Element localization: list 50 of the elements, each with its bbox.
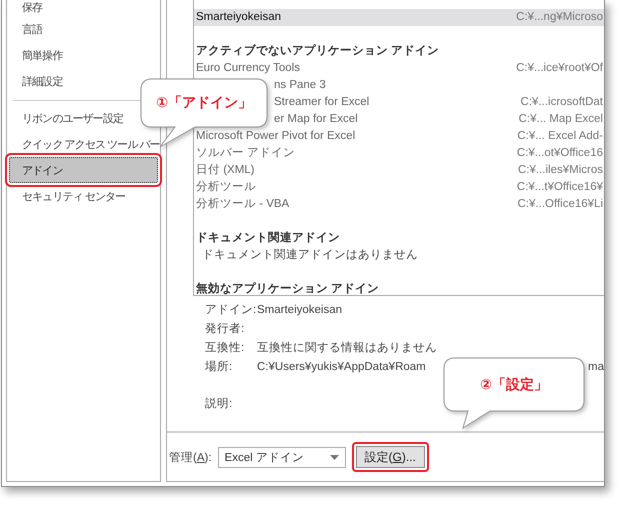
addin-row[interactable]: 分析ツール - VBA C:¥...Office16¥Li [194, 196, 604, 213]
sidebar-item[interactable]: クイック アクセス ツール バー [9, 131, 158, 157]
addin-name: 日付 (XML) [195, 162, 254, 178]
sidebar-item[interactable]: 言語 [9, 16, 158, 42]
sidebar-item[interactable]: セキュリティ センター [9, 183, 158, 209]
addin-name: Microsoft Power Pivot for Excel [195, 129, 356, 144]
addin-name: ソルバー アドイン [195, 146, 296, 161]
caret-icon [330, 454, 339, 460]
settings-button[interactable]: 設定(G)... [356, 446, 425, 468]
addin-path: C:¥...iles¥Micros [518, 163, 604, 178]
addin-name: 分析ツール - VBA [195, 196, 290, 212]
section-header: 無効なアプリケーション アドイン [195, 281, 380, 295]
detail-value: 互換性に関する情報はありません [257, 340, 437, 356]
addin-path: C:¥...icrosoftDat [520, 95, 604, 110]
empty-message: ドキュメント関連アドインはありません [201, 248, 419, 263]
callout-text: ②「設定」 [480, 376, 548, 394]
addin-path: C:¥...ng¥Microso [516, 10, 604, 25]
detail-value: Smarteiyokeisan [257, 303, 342, 318]
addin-name: Smarteiyokeisan [195, 10, 282, 25]
detail-label: アドイン: [205, 303, 257, 318]
addin-name: 分析ツール [195, 180, 256, 195]
manage-label: 管理(A): [169, 450, 212, 464]
manage-dropdown[interactable]: Excel アドイン [218, 446, 346, 468]
detail-label: 場所: [205, 360, 234, 375]
addin-name: ns Pane 3 [273, 78, 326, 93]
addin-path: C:¥...Office16¥Li [518, 197, 604, 212]
addin-row[interactable]: Smarteiyokeisan C:¥...ng¥Microso [194, 9, 604, 26]
section-header: アクティブでないアプリケーション アドイン [195, 43, 440, 59]
addin-path: C:¥...ice¥root¥Of [516, 61, 604, 76]
addin-row[interactable]: ソルバー アドイン C:¥...ot¥Office16 [194, 145, 604, 162]
addin-path: C:¥...ot¥Office16 [516, 146, 604, 161]
detail-label: 説明: [205, 396, 234, 412]
addin-row[interactable]: 分析ツール C:¥...t¥Office16¥ [194, 179, 604, 196]
sidebar-item[interactable]: 簡単操作 [9, 42, 158, 68]
detail-value: ma [588, 360, 604, 375]
detail-value: C:¥Users¥yukis¥AppData¥Roam [257, 360, 426, 375]
addin-name: Euro Currency Tools [195, 61, 300, 76]
sidebar-item[interactable]: 保存 [9, 0, 158, 16]
callout-text: ①「アドイン」 [156, 94, 252, 112]
addin-path: C:¥...t¥Office16¥ [516, 180, 604, 195]
addin-name: Streamer for Excel [273, 95, 370, 110]
addin-row[interactable]: 日付 (XML) C:¥...iles¥Micros [194, 162, 604, 179]
detail-label: 発行者: [205, 322, 246, 337]
addin-row[interactable]: Microsoft Power Pivot for Excel C:¥... Excel Add- [194, 128, 604, 145]
addin-name: er Map for Excel [273, 112, 358, 127]
section-header: ドキュメント関連アドイン [195, 230, 341, 246]
addin-path: C:¥... Excel Add- [517, 129, 604, 144]
addin-path: C:¥... Map Excel [518, 112, 604, 127]
addin-row[interactable]: Euro Currency Tools C:¥...ice¥root¥Of [194, 60, 604, 77]
detail-label: 互換性: [205, 340, 246, 356]
